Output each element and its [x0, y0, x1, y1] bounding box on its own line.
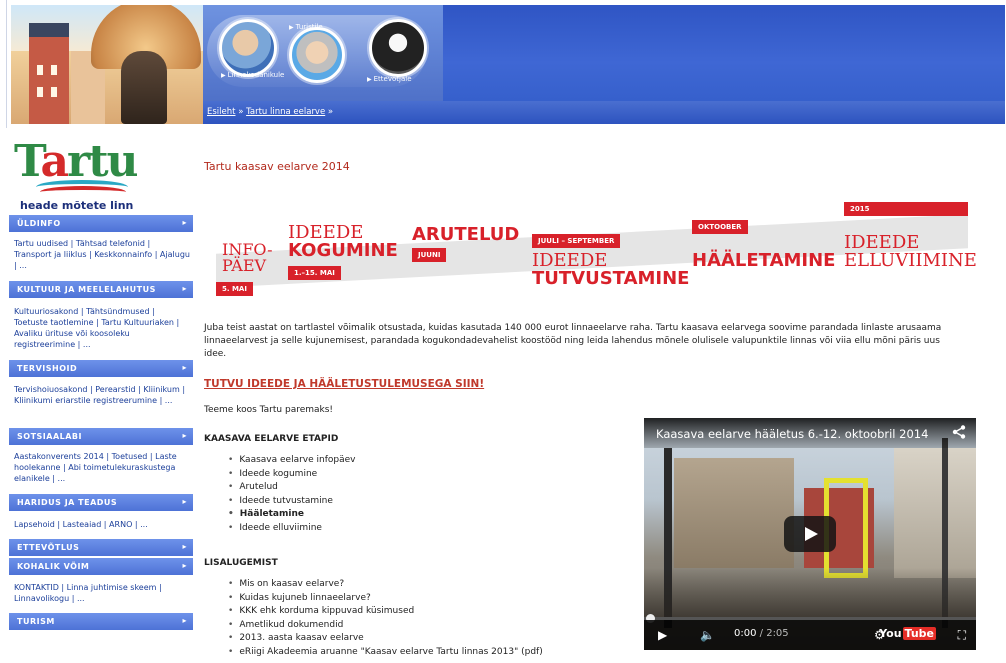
- section-header-haridus[interactable]: HARIDUS JA TEADUS ▸: [9, 494, 193, 511]
- section-header-turism[interactable]: TURISM ▸: [9, 613, 193, 630]
- timeline-kogumine: KOGUMINE: [288, 240, 398, 261]
- entrepreneur-nav-image[interactable]: [369, 19, 427, 77]
- timeline-date-may5: 5. MAI: [216, 282, 253, 296]
- breadcrumb-separator: »: [238, 107, 244, 117]
- list-item[interactable]: Kuidas kujuneb linnaeelarve?: [228, 592, 543, 606]
- section-header-kohalik-voim[interactable]: KOHALIK VÕIM ▸: [9, 558, 193, 575]
- site-header: ▶ Linnakodanikule ▶ Turistile ▶ Ettevõtjale…: [6, 0, 1005, 128]
- hero-photo: [11, 5, 203, 124]
- section-link-text[interactable]: Tartu uudised | Tähtsad telefonid | Tran…: [14, 239, 190, 270]
- stages-heading: KAASAVA EELARVE ETAPID: [204, 434, 339, 444]
- timeline-arutelud: ARUTELUD: [412, 224, 520, 245]
- list-item[interactable]: Ideede kogumine: [228, 468, 355, 482]
- timeline-haaletamine: HÄÄLETAMINE: [692, 250, 836, 271]
- tartu-logo[interactable]: Tartu heade mõtete linn: [14, 136, 184, 214]
- total-time: / 2:05: [759, 628, 789, 639]
- section-link-text[interactable]: Aastakonverents 2014 | Toetused | Laste …: [14, 452, 177, 483]
- list-item[interactable]: Ametlikud dokumendid: [228, 619, 543, 633]
- header-bar: [443, 5, 1005, 101]
- page-title: Tartu kaasav eelarve 2014: [204, 160, 350, 173]
- breadcrumb: Esileht » Tartu linna eelarve »: [207, 107, 333, 117]
- section-header-uldinfo[interactable]: ÜLDINFO ▸: [9, 215, 193, 232]
- volume-icon[interactable]: 🔈: [700, 628, 715, 642]
- arrow-right-icon: ▸: [182, 616, 187, 625]
- list-item[interactable]: Arutelud: [228, 481, 355, 495]
- breadcrumb-home-link[interactable]: Esileht: [207, 107, 235, 117]
- section-links-kohalik-voim[interactable]: KONTAKTID | Linna juhtimise skeem | Linn…: [14, 582, 190, 604]
- budget-timeline-graphic: INFO- PÄEV 5. MAI IDEEDE KOGUMINE 1.–15.…: [216, 198, 977, 304]
- nav-tourist-link[interactable]: ▶ Turistile: [289, 23, 323, 31]
- list-item[interactable]: Mis on kaasav eelarve?: [228, 578, 543, 592]
- further-reading-list: Mis on kaasav eelarve? Kuidas kujuneb li…: [228, 578, 543, 660]
- arrow-right-icon: ▸: [182, 363, 187, 372]
- section-link-text[interactable]: Kultuuriosakond | Tähtsündmused | Toetus…: [14, 307, 179, 349]
- logo-motto: heade mõtete linn: [20, 199, 134, 212]
- breadcrumb-separator: »: [327, 107, 334, 117]
- section-header-kultuur[interactable]: KULTUUR JA MEELELAHUTUS ▸: [9, 281, 193, 298]
- intro-paragraph: Juba teist aastat on tartlastel võimalik…: [204, 323, 942, 359]
- timeline-date-juuli-sept: JUULI – SEPTEMBER: [532, 234, 621, 248]
- arrow-right-icon: ▸: [182, 497, 187, 506]
- fullscreen-icon[interactable]: ⛶: [958, 628, 966, 643]
- arrow-right-icon: ▸: [182, 431, 187, 440]
- youtube-logo[interactable]: You Tube: [879, 627, 936, 640]
- list-item[interactable]: eRiigi Akadeemia aruanne "Kaasav eelarve…: [228, 646, 542, 660]
- sidebar: Tartu heade mõtete linn ÜLDINFO ▸ Tartu u…: [6, 128, 198, 663]
- youtube-you: You: [879, 627, 902, 640]
- timeline-date-2015: 2015: [844, 202, 968, 216]
- timeline-date-juuni: JUUNI: [412, 248, 447, 262]
- current-time: 0:00: [734, 628, 757, 639]
- timeline-tutvustamine: TUTVUSTAMINE: [532, 268, 690, 289]
- section-links-kultuur[interactable]: Kultuuriosakond | Tähtsündmused | Toetus…: [14, 306, 190, 350]
- nav-citizen-link[interactable]: ▶ Linnakodanikule: [221, 71, 284, 79]
- timeline-infopaev: INFO- PÄEV: [222, 240, 273, 275]
- tourist-nav-image[interactable]: [289, 27, 345, 83]
- arrow-right-icon: ▸: [182, 218, 187, 227]
- nav-entrepreneur-link[interactable]: ▶ Ettevõtjale: [367, 75, 412, 83]
- slogan-text: Teeme koos Tartu paremaks!: [204, 405, 334, 415]
- ideas-results-link[interactable]: TUTVU IDEEDE JA HÄÄLETUSTULEMUSEGA SIIN!: [204, 378, 484, 390]
- youtube-tube: Tube: [902, 627, 936, 640]
- video-controls: ▶ 🔈 0:00 / 2:05 ⚙ You Tube ⛶: [644, 620, 976, 650]
- youtube-video-player[interactable]: Kaasava eelarve hääletus 6.-12. oktoobri…: [644, 418, 976, 650]
- video-title[interactable]: Kaasava eelarve hääletus 6.-12. oktoobri…: [656, 427, 928, 441]
- share-icon[interactable]: [952, 425, 966, 439]
- section-link-text[interactable]: Tervishoiuosakond | Perearstid | Kliinik…: [14, 385, 185, 405]
- play-button[interactable]: [784, 516, 836, 552]
- breadcrumb-budget-link[interactable]: Tartu linna eelarve: [246, 107, 325, 117]
- play-icon[interactable]: ▶: [658, 628, 667, 642]
- stages-list: Kaasava eelarve infopäev Ideede kogumine…: [228, 454, 355, 535]
- list-item[interactable]: 2013. aasta kaasav eelarve: [228, 632, 543, 646]
- list-item[interactable]: Kaasava eelarve infopäev: [228, 454, 355, 468]
- citizen-nav-image[interactable]: [219, 19, 277, 77]
- further-reading-heading: LISALUGEMIST: [204, 558, 278, 568]
- section-link-text[interactable]: KONTAKTID | Linna juhtimise skeem | Linn…: [14, 583, 162, 603]
- section-links-sotsiaalabi[interactable]: Aastakonverents 2014 | Toetused | Laste …: [14, 451, 190, 484]
- section-header-tervishoid[interactable]: TERVISHOID ▸: [9, 360, 193, 377]
- video-time: 0:00 / 2:05: [734, 628, 789, 639]
- list-item[interactable]: Ideede tutvustamine: [228, 495, 355, 509]
- section-header-ettevotlus[interactable]: ETTEVÕTLUS ▸: [9, 539, 193, 556]
- list-item[interactable]: Ideede elluviimine: [228, 522, 355, 536]
- timeline-date-oktoober: OKTOOBER: [692, 220, 748, 234]
- timeline-elluviimine: ELLUVIIMINE: [844, 250, 977, 271]
- section-link-text[interactable]: Lapsehoid | Lasteaiad | ARNO | ...: [14, 520, 148, 529]
- arrow-right-icon: ▸: [182, 284, 187, 293]
- breadcrumb-bar: Esileht » Tartu linna eelarve »: [203, 101, 1005, 124]
- arrow-right-icon: ▸: [182, 542, 187, 551]
- section-links-tervishoid[interactable]: Tervishoiuosakond | Perearstid | Kliinik…: [14, 384, 190, 406]
- list-item[interactable]: KKK ehk korduma kippuvad küsimused: [228, 605, 543, 619]
- section-header-sotsiaalabi[interactable]: SOTSIAALABI ▸: [9, 428, 193, 445]
- section-links-haridus[interactable]: Lapsehoid | Lasteaiad | ARNO | ...: [14, 519, 190, 530]
- timeline-date-may1-15: 1.–15. MAI: [288, 266, 341, 280]
- main-content: Tartu kaasav eelarve 2014 INFO- PÄEV 5. …: [204, 128, 994, 663]
- arrow-right-icon: ▸: [182, 561, 187, 570]
- section-links-uldinfo[interactable]: Tartu uudised | Tähtsad telefonid | Tran…: [14, 238, 190, 271]
- audience-nav: ▶ Linnakodanikule ▶ Turistile ▶ Ettevõtjale: [203, 5, 443, 101]
- list-item[interactable]: Hääletamine: [228, 508, 355, 522]
